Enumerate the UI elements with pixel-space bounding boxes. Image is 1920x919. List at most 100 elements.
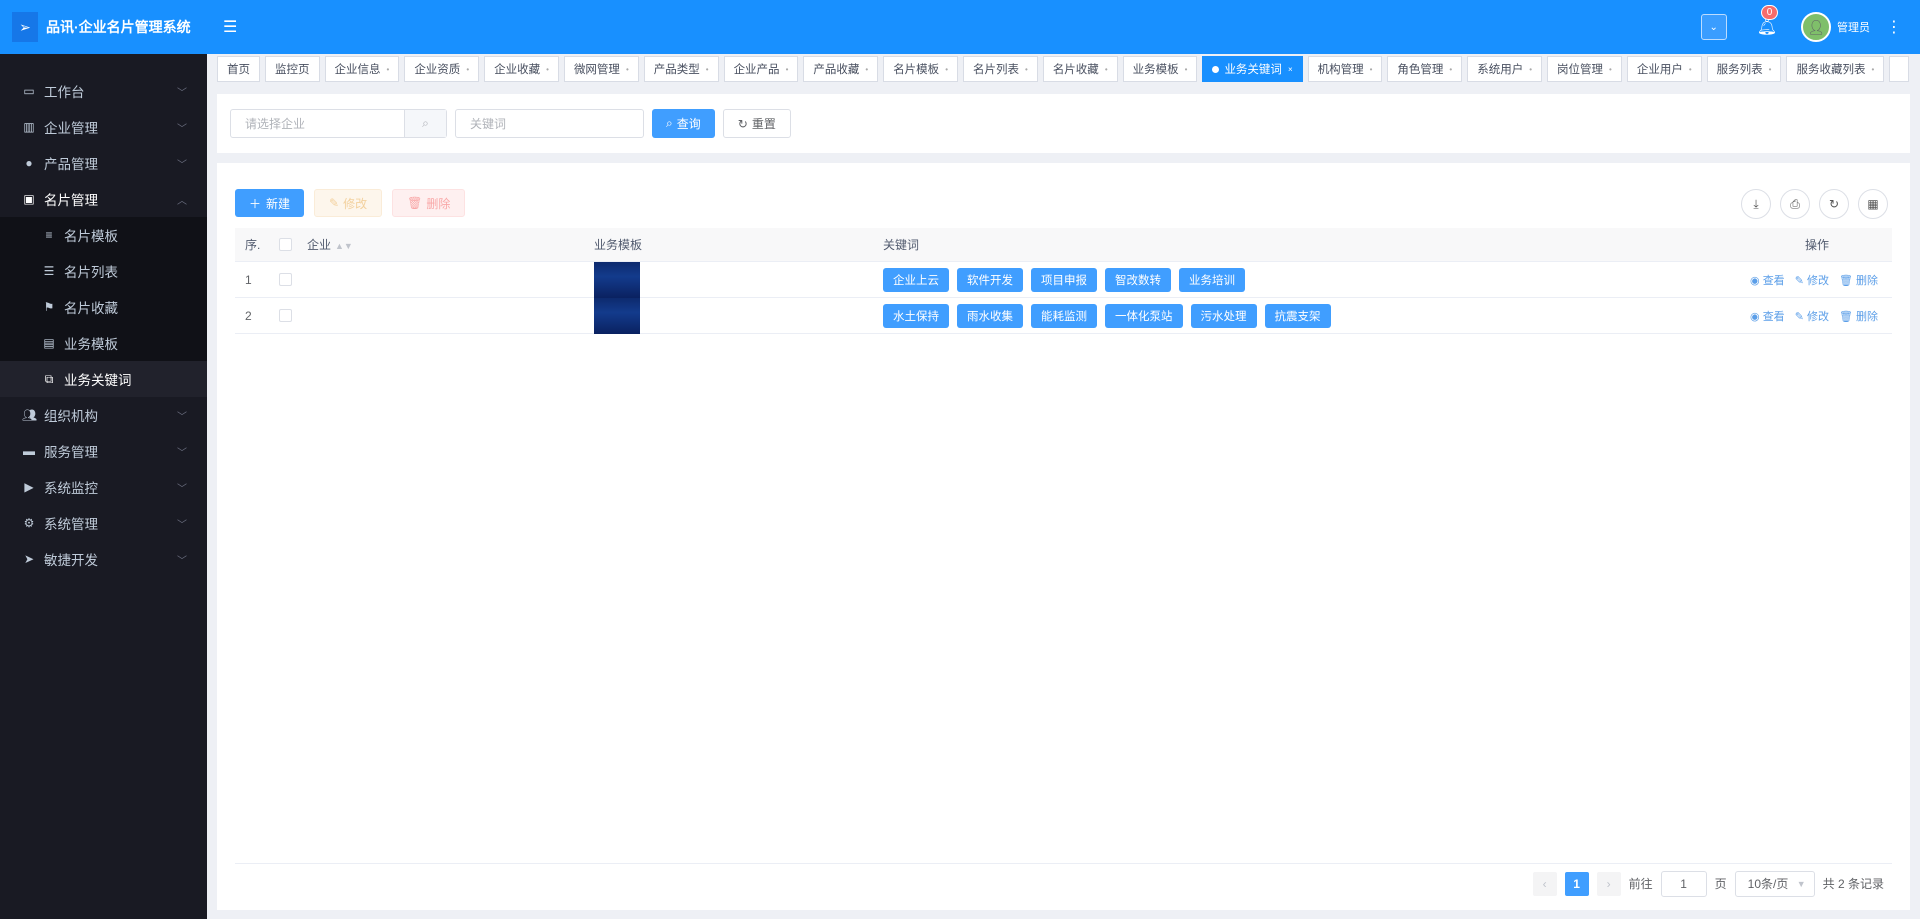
delete-button[interactable]: 🗑︎ 删除: [392, 189, 466, 217]
tab[interactable]: 企业资质 •: [404, 56, 480, 82]
close-icon[interactable]: •: [1769, 65, 1772, 74]
trash-icon: 🗑︎: [407, 196, 423, 210]
close-icon[interactable]: •: [1449, 65, 1452, 74]
tab[interactable]: 机构管理 •: [1307, 56, 1383, 82]
tab[interactable]: 名片模板 •: [883, 56, 958, 82]
query-button[interactable]: ⌕ 查询: [652, 109, 715, 138]
row-checkbox[interactable]: [279, 273, 292, 286]
tab[interactable]: 企业产品 •: [723, 56, 799, 82]
sidebar-item[interactable]: ▣ 名片管理 ︿: [0, 181, 207, 217]
template-thumbnail[interactable]: [594, 297, 640, 334]
reset-button[interactable]: ↻ 重置: [722, 109, 791, 138]
sidebar-item-label: 名片列表: [64, 265, 118, 280]
tab[interactable]: 企业用户 •: [1626, 56, 1702, 82]
next-page-button[interactable]: ›: [1596, 871, 1621, 896]
sidebar-item[interactable]: ▥ 企业管理 ﹀: [0, 109, 207, 145]
close-icon[interactable]: •: [626, 65, 629, 74]
sidebar-subitem[interactable]: ⚑ 名片收藏: [0, 289, 207, 325]
edit-link[interactable]: ✎ 修改: [1795, 308, 1829, 324]
template-thumbnail[interactable]: [594, 261, 640, 298]
close-icon[interactable]: •: [1609, 65, 1612, 74]
row-checkbox[interactable]: [279, 309, 292, 322]
bell-icon[interactable]: 🔔︎ 0: [1757, 5, 1779, 37]
sidebar-subitem[interactable]: ⧉ 业务关键词: [0, 361, 207, 397]
tab-label: 微网管理: [573, 64, 620, 76]
page-1[interactable]: 1: [1564, 871, 1589, 896]
header-template: 业务模板: [594, 238, 643, 252]
avatar[interactable]: 👤︎: [1801, 12, 1831, 42]
print-icon[interactable]: ⎙: [1780, 189, 1810, 219]
new-button[interactable]: ＋ 新建: [235, 189, 305, 217]
sidebar-subitem[interactable]: ☰ 名片列表: [0, 253, 207, 289]
close-icon[interactable]: •: [1529, 65, 1532, 74]
more-vertical-icon[interactable]: ⋮: [1886, 17, 1902, 37]
user-name[interactable]: 管理员: [1837, 19, 1870, 35]
sidebar-item[interactable]: ▶ 系统监控 ﹀: [0, 469, 207, 505]
sidebar-toggle-icon[interactable]: ☰: [223, 17, 237, 37]
sidebar-item[interactable]: 👥︎ 组织机构 ﹀: [0, 397, 207, 433]
close-icon[interactable]: •: [786, 65, 789, 74]
tab[interactable]: 首页: [217, 56, 260, 82]
close-icon[interactable]: •: [945, 65, 948, 74]
page-size-select[interactable]: 10条/页 ▼: [1734, 870, 1815, 897]
tab[interactable]: 服务列表 •: [1706, 56, 1782, 82]
keyword-input[interactable]: 关键词: [455, 109, 644, 138]
tag-icon: ⧉: [44, 371, 54, 386]
edit-button[interactable]: ✎ 修改: [314, 189, 383, 217]
prev-page-button[interactable]: ‹: [1532, 871, 1557, 896]
sidebar-item[interactable]: ● 产品管理 ﹀: [0, 145, 207, 181]
close-icon[interactable]: •: [546, 65, 549, 74]
columns-icon[interactable]: ▦: [1858, 189, 1888, 219]
dropdown-button[interactable]: ⌄: [1700, 14, 1727, 40]
tab-label: 业务关键词: [1224, 64, 1282, 76]
sidebar-subitem[interactable]: ▤ 业务模板: [0, 325, 207, 361]
tab[interactable]: 名片列表 •: [963, 56, 1038, 82]
close-icon[interactable]: •: [706, 65, 709, 74]
close-icon[interactable]: •: [1185, 65, 1188, 74]
close-icon[interactable]: •: [466, 65, 469, 74]
close-icon[interactable]: •: [1871, 65, 1874, 74]
sidebar-subitem[interactable]: ≡ 名片模板: [0, 217, 207, 253]
header-keywords: 关键词: [883, 238, 920, 252]
sidebar-item[interactable]: ▬ 服务管理 ﹀: [0, 433, 207, 469]
close-icon[interactable]: •: [1025, 65, 1028, 74]
download-icon[interactable]: ⤓: [1741, 189, 1771, 219]
tab[interactable]: 产品收藏 •: [803, 56, 879, 82]
delete-link[interactable]: 🗑︎ 删除: [1839, 272, 1878, 288]
tab[interactable]: 产品类型 •: [643, 56, 719, 82]
delete-link[interactable]: 🗑︎ 删除: [1839, 308, 1878, 324]
tab[interactable]: 业务关键词 ×: [1202, 56, 1303, 82]
edit-link[interactable]: ✎ 修改: [1795, 272, 1829, 288]
search-icon[interactable]: ⌕: [404, 110, 446, 137]
close-icon[interactable]: •: [865, 65, 868, 74]
select-all-checkbox[interactable]: [279, 238, 292, 251]
goto-page-input[interactable]: 1: [1660, 870, 1707, 897]
submenu: ≡ 名片模板 ☰ 名片列表 ⚑ 名片收藏 ▤ 业务模板 ⧉ 业务关键词: [0, 217, 207, 397]
close-icon[interactable]: •: [1105, 65, 1108, 74]
sidebar-item[interactable]: ➤ 敏捷开发 ﹀: [0, 541, 207, 577]
close-icon[interactable]: •: [1370, 65, 1373, 74]
tab[interactable]: [1889, 56, 1910, 82]
sidebar-item[interactable]: ▭ 工作台 ﹀: [0, 73, 207, 109]
tab[interactable]: 监控页: [265, 56, 320, 82]
sidebar-item[interactable]: ⚙ 系统管理 ﹀: [0, 505, 207, 541]
company-select[interactable]: 请选择企业 ⌕: [230, 109, 447, 138]
tab[interactable]: 企业信息 •: [324, 56, 400, 82]
refresh-icon[interactable]: ↻: [1819, 189, 1849, 219]
header-company[interactable]: 企业 ▲▼: [307, 236, 594, 253]
tab[interactable]: 岗位管理 •: [1547, 56, 1622, 82]
view-link[interactable]: ◉ 查看: [1750, 272, 1785, 288]
tab[interactable]: 企业收藏 •: [484, 56, 559, 82]
tab[interactable]: 系统用户 •: [1467, 56, 1543, 82]
close-icon[interactable]: •: [1689, 65, 1692, 74]
tab[interactable]: 微网管理 •: [563, 56, 639, 82]
tab[interactable]: 业务模板 •: [1122, 56, 1198, 82]
tab[interactable]: 角色管理 •: [1387, 56, 1463, 82]
view-link[interactable]: ◉ 查看: [1750, 308, 1785, 324]
sort-icon[interactable]: ▲▼: [335, 241, 353, 251]
keyword-tag: 软件开发: [957, 267, 1023, 292]
close-icon[interactable]: ×: [1288, 65, 1293, 74]
tab[interactable]: 服务收藏列表 •: [1786, 56, 1885, 82]
close-icon[interactable]: •: [387, 65, 390, 74]
tab[interactable]: 名片收藏 •: [1042, 56, 1118, 82]
